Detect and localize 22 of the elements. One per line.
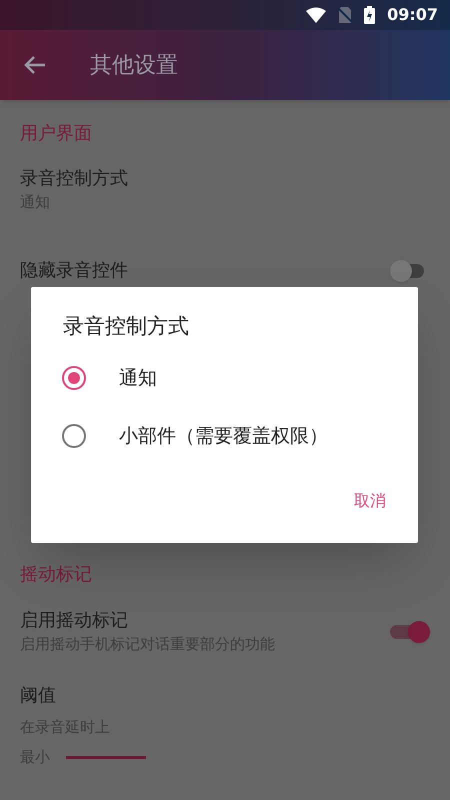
radio-option[interactable]: 通知 — [62, 349, 386, 407]
wifi-icon — [306, 7, 326, 23]
radio-button[interactable] — [62, 424, 86, 448]
no-sim-icon — [338, 7, 352, 23]
battery-charging-icon — [364, 6, 376, 24]
clock: 09:07 — [387, 4, 438, 26]
radio-button[interactable] — [62, 366, 86, 390]
setting-title: 阈值 — [20, 684, 57, 708]
option-label: 小部件（需要覆盖权限） — [119, 424, 328, 449]
slider-track[interactable] — [66, 756, 146, 759]
option-label: 通知 — [119, 366, 157, 391]
setting-title: 启用摇动标记 — [20, 609, 129, 633]
section-header: 摇动标记 — [19, 563, 93, 587]
back-arrow-icon — [24, 55, 46, 75]
screen-title: 其他设置 — [90, 52, 178, 80]
setting-title: 隐藏录音控件 — [20, 259, 128, 283]
setting-title: 录音控制方式 — [20, 167, 129, 191]
dialog-title: 录音控制方式 — [63, 313, 190, 340]
radio-option[interactable]: 小部件（需要覆盖权限） — [62, 407, 386, 465]
toggle-switch[interactable] — [390, 620, 430, 644]
section-header: 用户界面 — [19, 122, 93, 146]
cancel-button[interactable]: 取消 — [346, 485, 394, 517]
